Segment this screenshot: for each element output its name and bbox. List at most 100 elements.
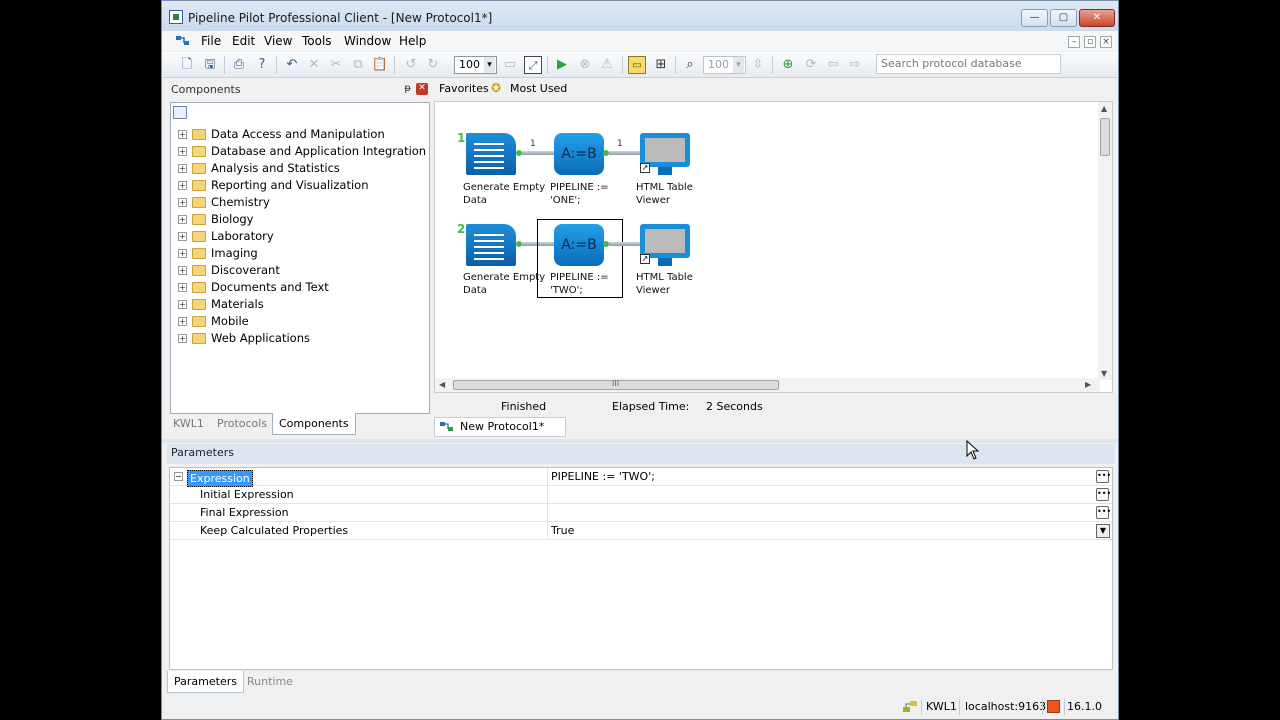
menu-help[interactable]: Help <box>399 34 426 48</box>
pipe-connector[interactable] <box>522 151 554 155</box>
print-icon[interactable]: ⎙ <box>230 56 248 74</box>
menu-edit[interactable]: Edit <box>232 34 255 48</box>
monitor-icon[interactable]: ↗ <box>640 224 690 266</box>
layout-icon[interactable]: ⇳ <box>749 56 767 74</box>
folder-icon <box>192 282 206 293</box>
new-icon[interactable]: 🗋 <box>178 56 196 74</box>
param-row-keep-calculated[interactable]: Keep Calculated Properties True ▼ <box>170 522 1112 540</box>
ellipsis-icon[interactable]: ••• <box>1096 488 1111 501</box>
refresh-icon[interactable]: ⟳ <box>802 56 820 74</box>
ellipsis-icon[interactable]: ••• <box>1096 506 1111 519</box>
binoculars-icon[interactable]: ⊞ <box>652 56 670 74</box>
stop-icon[interactable]: ⊗ <box>576 56 594 74</box>
tab-components[interactable]: Components <box>272 413 356 435</box>
menu-tools[interactable]: Tools <box>302 34 332 48</box>
components-panel-tabs: KWL1 Protocols Components <box>167 413 431 435</box>
monitor-icon[interactable]: ↗ <box>640 133 690 175</box>
mdi-close-icon[interactable]: × <box>1100 36 1112 48</box>
expand-icon[interactable]: + <box>178 181 187 190</box>
expand-icon[interactable]: + <box>178 198 187 207</box>
rotate-left-icon[interactable]: ↺ <box>402 56 420 74</box>
fit-icon[interactable]: ▭ <box>501 56 519 74</box>
expand-icon[interactable]: + <box>178 300 187 309</box>
menu-file[interactable]: File <box>201 34 221 48</box>
panel-toggle-icon[interactable]: ▭ <box>628 56 646 74</box>
tab-protocols[interactable]: Protocols <box>211 413 273 435</box>
save-icon[interactable]: 🖫 <box>201 56 219 74</box>
most-used-button[interactable]: Most Used <box>510 82 567 95</box>
search-input[interactable]: Search protocol database <box>876 54 1061 74</box>
minimize-button[interactable]: — <box>1021 9 1048 27</box>
pipe-connector[interactable] <box>609 242 640 246</box>
pipeline-logo-icon <box>176 36 189 45</box>
help-icon[interactable]: ? <box>253 56 271 74</box>
back-icon[interactable]: ⇦ <box>824 56 842 74</box>
app-icon <box>169 10 183 24</box>
paste-icon[interactable]: 📋 <box>371 56 389 74</box>
rotate-right-icon[interactable]: ↻ <box>424 56 442 74</box>
expand-icon[interactable]: + <box>178 249 187 258</box>
ellipsis-icon[interactable]: ••• <box>1096 470 1111 483</box>
mdi-minimize-icon[interactable]: – <box>1068 36 1080 48</box>
pipeline-number: 2 <box>457 222 466 236</box>
zoom2-select[interactable]: 100 <box>703 56 746 74</box>
close-button[interactable]: ✕ <box>1079 9 1115 27</box>
status-user: KWL1 <box>926 700 957 713</box>
folder-icon <box>192 265 206 276</box>
expand-icon[interactable]: + <box>178 334 187 343</box>
run-status: Finished <box>501 400 547 413</box>
forward-icon[interactable]: ⇨ <box>846 56 864 74</box>
horizontal-scrollbar[interactable]: ◀ III ▶ <box>435 378 1100 392</box>
calculator-icon[interactable]: A:=B <box>554 224 604 266</box>
tab-kwl1[interactable]: KWL1 <box>167 413 210 435</box>
param-row-initial-expression[interactable]: Initial Expression ••• <box>170 486 1112 504</box>
favorites-bar: Favorites ✪ Most Used <box>434 80 1114 98</box>
tree-filter-icon[interactable] <box>173 106 187 119</box>
expand-icon[interactable]: + <box>178 283 187 292</box>
tab-parameters[interactable]: Parameters <box>167 671 244 693</box>
run-icon[interactable]: ▶ <box>553 56 571 74</box>
vertical-scrollbar[interactable]: ▲ ▼ <box>1098 102 1112 380</box>
cut-icon[interactable]: ✂ <box>327 56 345 74</box>
param-row-final-expression[interactable]: Final Expression ••• <box>170 504 1112 522</box>
add-server-icon[interactable]: ⊕ <box>779 56 797 74</box>
expand-icon[interactable]: + <box>178 266 187 275</box>
zoom-select[interactable]: 100 <box>454 56 497 74</box>
folder-icon <box>192 333 206 344</box>
menu-window[interactable]: Window <box>344 34 391 48</box>
maximize-button[interactable]: ▢ <box>1050 9 1077 27</box>
elapsed-value: 2 Seconds <box>706 400 763 413</box>
expand-icon[interactable]: + <box>178 147 187 156</box>
collapse-icon[interactable]: − <box>174 472 183 481</box>
copy-icon[interactable]: ⧉ <box>349 56 367 74</box>
favorites-button[interactable]: Favorites <box>439 82 489 95</box>
expand-icon[interactable]: + <box>178 164 187 173</box>
fit-window-icon[interactable]: ⤢ <box>524 56 542 74</box>
tab-runtime[interactable]: Runtime <box>241 671 299 693</box>
panel-close-icon[interactable]: ✕ <box>416 83 428 95</box>
expand-icon[interactable]: + <box>178 317 187 326</box>
param-value[interactable]: PIPELINE := 'TWO'; <box>551 470 655 483</box>
expand-icon[interactable]: + <box>178 130 187 139</box>
menu-view[interactable]: View <box>264 34 292 48</box>
protocol-canvas[interactable]: 1 1 A:=B 1 ↗ Generate Empty Data PIPELIN… <box>434 101 1113 393</box>
pin-icon[interactable]: ᵽ <box>404 83 411 94</box>
param-value[interactable]: True <box>551 524 574 537</box>
chevron-down-icon[interactable]: ▼ <box>1096 524 1110 538</box>
run-status-row: Finished Elapsed Time: 2 Seconds <box>434 396 1114 416</box>
expand-icon[interactable]: + <box>178 215 187 224</box>
zoom-icon[interactable]: ⌕ <box>681 56 699 74</box>
expand-icon[interactable]: + <box>178 232 187 241</box>
tab-new-protocol1[interactable]: New Protocol1* <box>434 417 566 437</box>
param-name: Expression <box>187 470 253 487</box>
components-panel-title: Components <box>171 83 241 96</box>
mouse-cursor-icon <box>966 440 980 460</box>
delete-icon[interactable]: ✕ <box>305 56 323 74</box>
mdi-restore-icon[interactable]: ▫ <box>1084 36 1096 48</box>
undo-icon[interactable]: ↶ <box>283 56 301 74</box>
param-row-expression[interactable]: − Expression PIPELINE := 'TWO'; ••• <box>170 468 1112 487</box>
pipe-connector[interactable] <box>609 151 640 155</box>
param-name: Keep Calculated Properties <box>200 524 349 537</box>
warning-icon[interactable]: ⚠ <box>598 56 616 74</box>
calculator-icon[interactable]: A:=B <box>554 133 604 175</box>
